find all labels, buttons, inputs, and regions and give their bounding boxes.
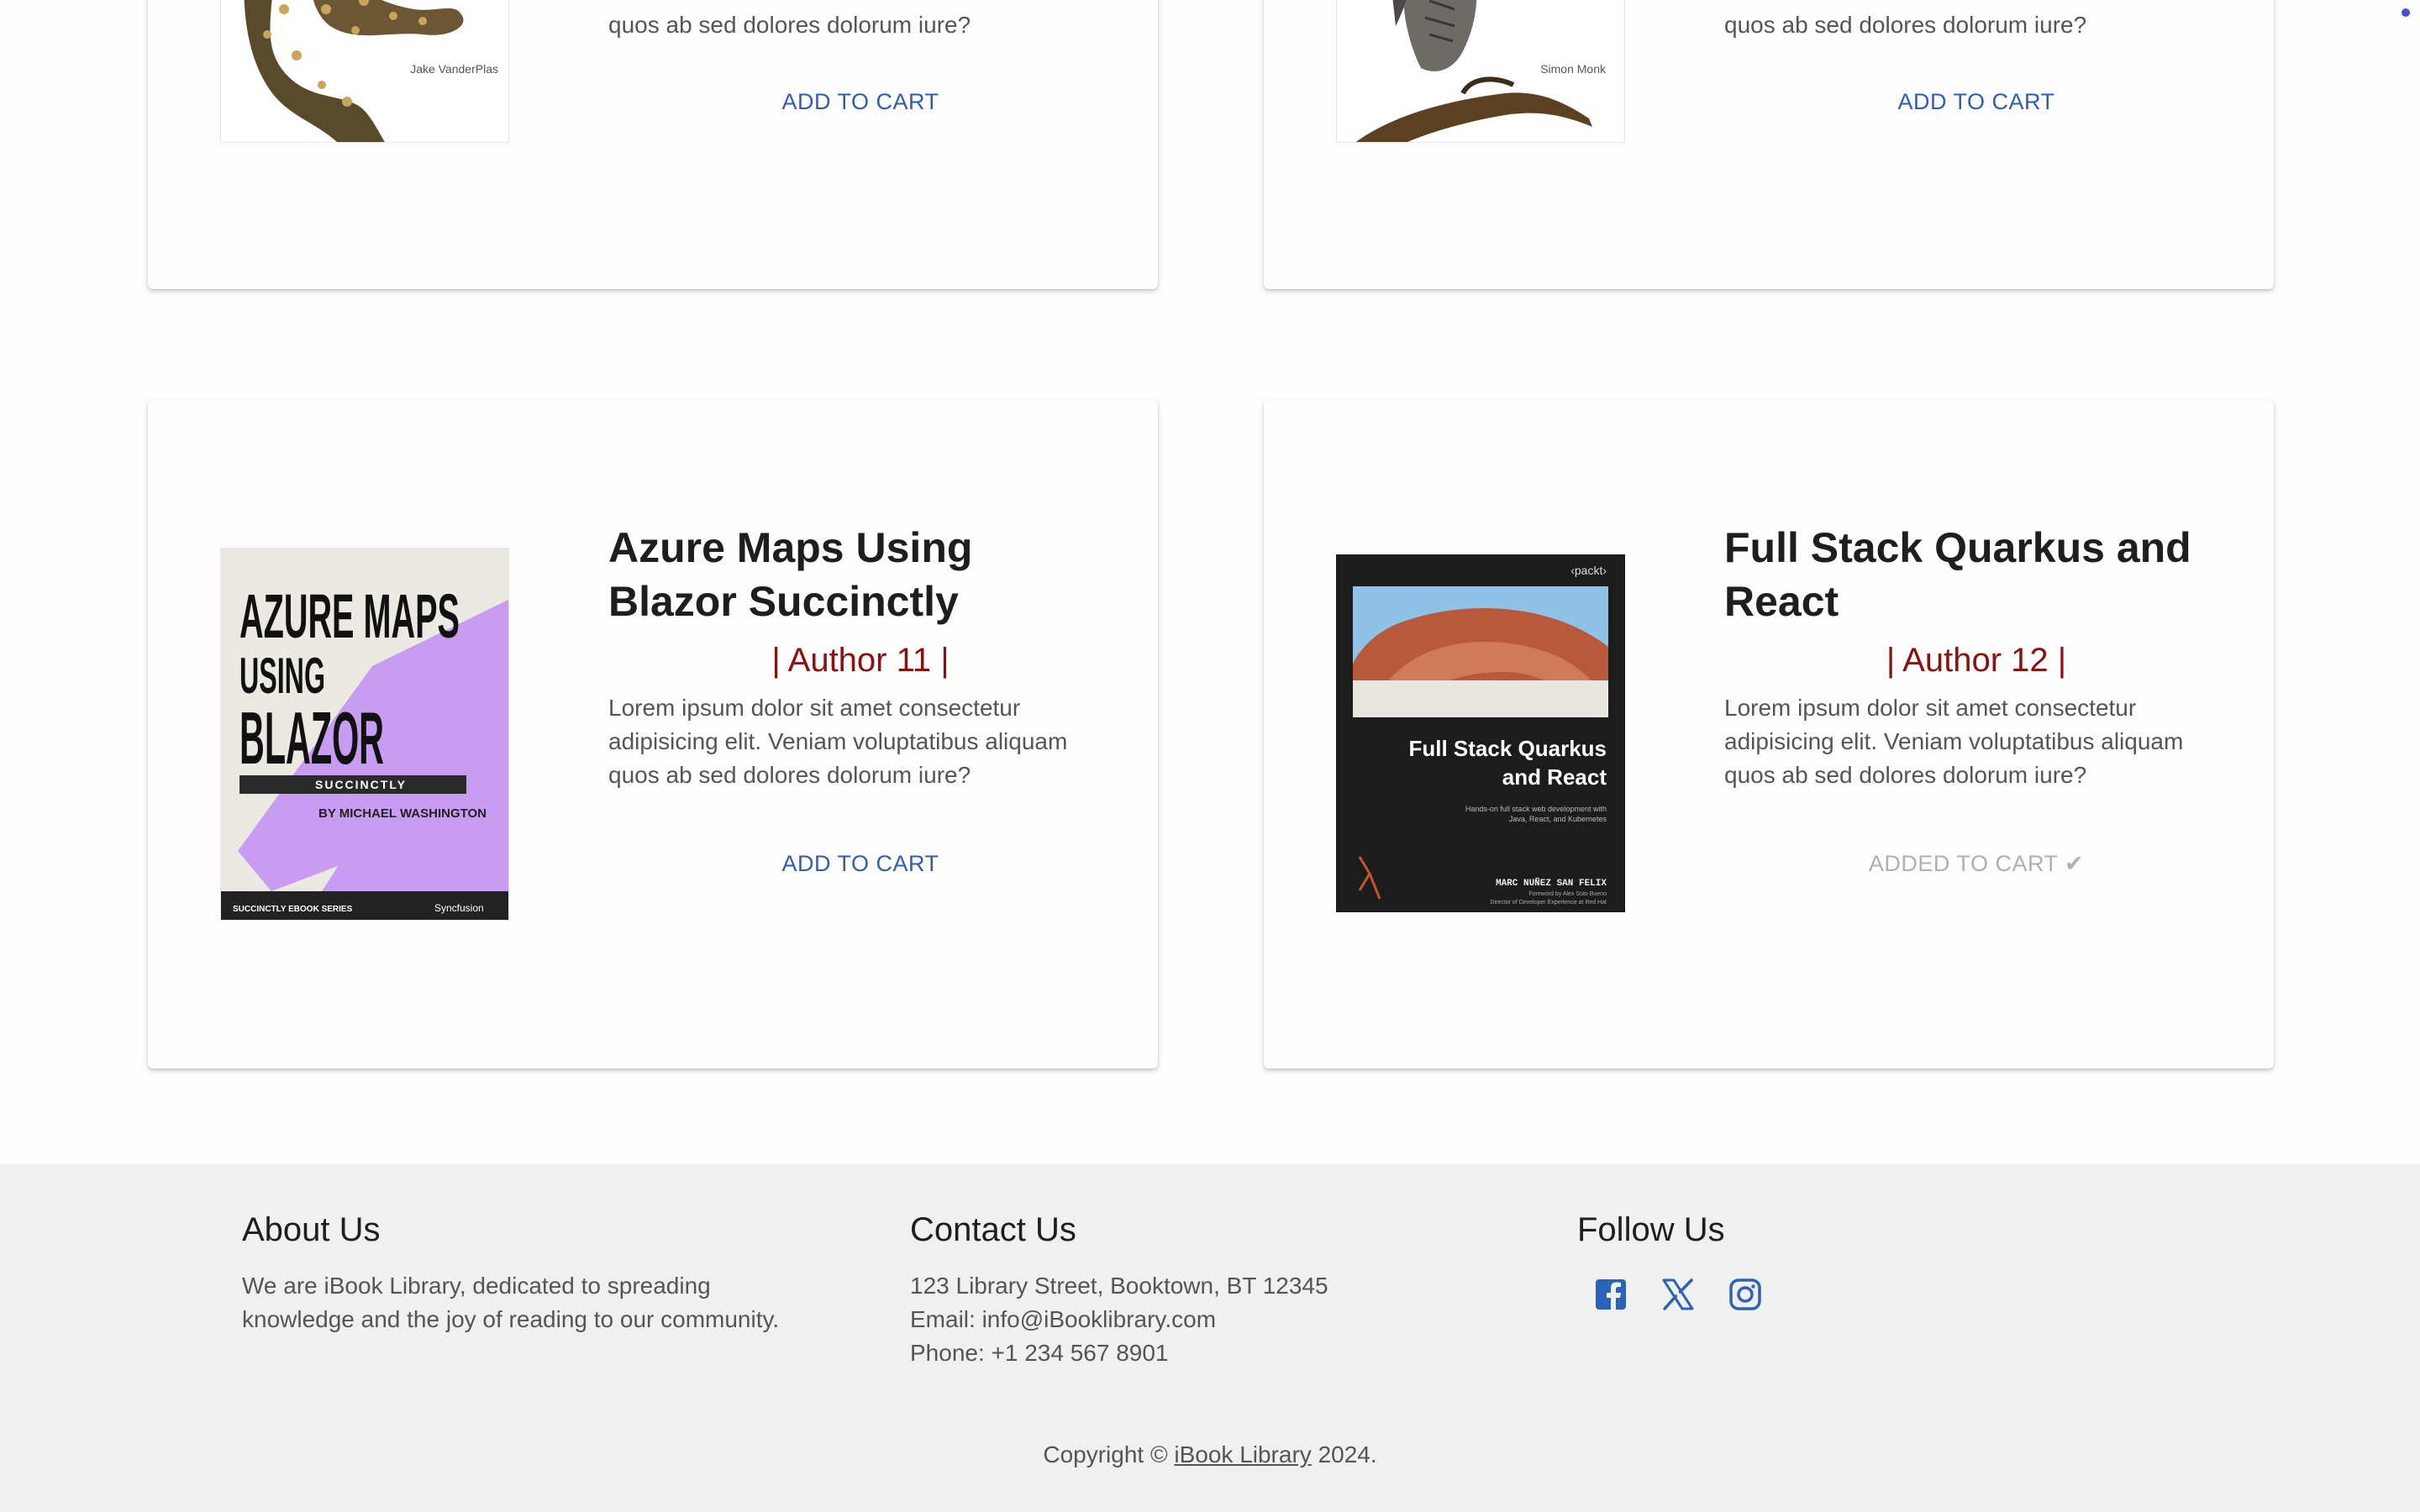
book-card: ‹packt› Full Stack Quarkus and React Han… — [1264, 400, 2274, 1068]
add-to-cart-button[interactable]: ADD TO CART — [608, 851, 1113, 877]
contact-phone: Phone: +1 234 567 8901 — [910, 1340, 1169, 1366]
contact-address: 123 Library Street, Booktown, BT 12345 — [910, 1273, 1328, 1299]
cover-publisher: ‹packt› — [1570, 564, 1607, 577]
cover-title-line: AZURE MAPS — [239, 581, 460, 651]
cover-title-line: BLAZOR — [239, 696, 384, 780]
footer-contact: Contact Us 123 Library Street, Booktown,… — [910, 1211, 1498, 1370]
cover-title-line: and React — [1502, 764, 1607, 790]
ibook-library-link[interactable]: iBook Library — [1174, 1441, 1311, 1467]
book-author: | Author 12 | — [1886, 642, 2067, 679]
cover-author: MARC NUÑEZ SAN FELIX — [1496, 878, 1607, 889]
book-author: | Author 11 | — [771, 642, 950, 679]
book-card: Simon Monk quos ab sed dolores dolorum i… — [1264, 0, 2274, 289]
social-links — [1594, 1278, 1997, 1311]
add-to-cart-button[interactable]: ADD TO CART — [608, 89, 1113, 115]
book-title: Azure Maps Using Blazor Succinctly — [608, 524, 973, 625]
cover-byline: BY MICHAEL WASHINGTON — [318, 806, 487, 821]
scroll-indicator-dot — [2402, 8, 2410, 17]
footer-about-text: We are iBook Library, dedicated to sprea… — [242, 1273, 711, 1299]
cover-foreword: Director of Developer Experience at Red … — [1490, 900, 1607, 906]
footer-follow-heading: Follow Us — [1577, 1211, 1725, 1248]
facebook-icon[interactable] — [1594, 1278, 1628, 1311]
footer: About Us We are iBook Library, dedicated… — [0, 1164, 2420, 1512]
cover-title-line: USING — [239, 648, 325, 704]
book-card: AZURE MAPS USING BLAZOR SUCCINCTLY BY MI… — [148, 400, 1158, 1068]
book-description: quos ab sed dolores dolorum iure? — [1724, 12, 2087, 38]
cover-badge: SUCCINCTLY — [315, 778, 407, 791]
footer-about-heading: About Us — [242, 1211, 381, 1248]
book-cover-image: Jake VanderPlas — [220, 0, 509, 143]
footer-contact-heading: Contact Us — [910, 1211, 1076, 1248]
cover-author-caption: Jake VanderPlas — [410, 62, 498, 76]
book-description: Lorem ipsum dolor sit amet consectetur a… — [1724, 695, 2184, 788]
copyright-prefix: Copyright © — [1043, 1441, 1168, 1467]
cover-publisher: Syncfusion — [434, 902, 484, 914]
instagram-icon[interactable] — [1728, 1278, 1762, 1311]
cover-foreword: Foreword by Alex Soto Bueno — [1528, 891, 1607, 897]
cover-author-caption: Simon Monk — [1540, 62, 1607, 76]
book-title: Full Stack Quarkus and React — [1724, 524, 2191, 625]
book-card: Jake VanderPlas quos ab sed dolores dolo… — [148, 0, 1158, 289]
book-description: Lorem ipsum dolor sit amet consectetur a… — [608, 695, 1068, 788]
footer-about-text: knowledge and the joy of reading to our … — [242, 1306, 780, 1332]
cover-subtitle: Java, React, and Kubernetes — [1509, 815, 1607, 823]
add-to-cart-button[interactable]: ADD TO CART — [1724, 89, 2228, 115]
cover-title-line: Full Stack Quarkus — [1408, 736, 1607, 761]
cover-series: SUCCINCTLY EBOOK SERIES — [233, 905, 353, 914]
page: Jake VanderPlas quos ab sed dolores dolo… — [0, 0, 2420, 1512]
copyright: Copyright © iBook Library 2024. — [0, 1441, 2420, 1468]
contact-email: Email: info@iBooklibrary.com — [910, 1306, 1217, 1332]
book-description: quos ab sed dolores dolorum iure? — [608, 12, 971, 38]
book-cover-image: Simon Monk — [1336, 0, 1625, 143]
copyright-year: 2024. — [1318, 1441, 1377, 1467]
footer-follow: Follow Us — [1577, 1211, 1997, 1311]
added-to-cart-button[interactable]: ADDED TO CART ✔ — [1724, 851, 2228, 877]
x-twitter-icon[interactable] — [1661, 1278, 1695, 1311]
cover-subtitle: Hands-on full stack web development with — [1465, 805, 1607, 813]
footer-about: About Us We are iBook Library, dedicated… — [242, 1211, 847, 1336]
book-cover-image: ‹packt› Full Stack Quarkus and React Han… — [1336, 554, 1625, 912]
book-cover-image: AZURE MAPS USING BLAZOR SUCCINCTLY BY MI… — [220, 548, 509, 921]
